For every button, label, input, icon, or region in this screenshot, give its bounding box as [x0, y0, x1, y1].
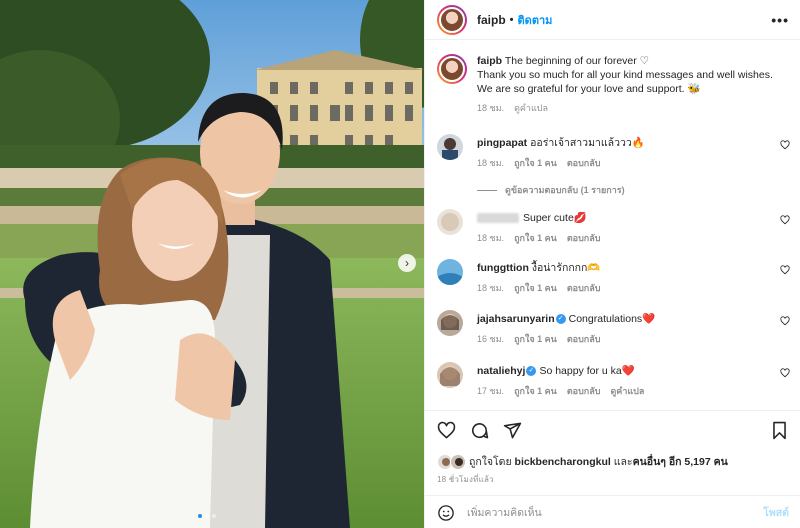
like-comment-heart-icon[interactable]: [780, 215, 790, 225]
commenter-avatar[interactable]: [437, 362, 463, 388]
comment-text: So happy for u ka❤️: [539, 365, 635, 377]
comment-time: 17 ชม.: [477, 386, 505, 396]
view-replies-label: ดูข้อความตอบกลับ (1 รายการ): [505, 185, 625, 195]
likes-summary[interactable]: ถูกใจโดย bickbencharongkul และ คนอื่นๆ อี…: [437, 453, 728, 470]
likes-and: และ: [613, 456, 633, 468]
caption-line-3: We are so grateful for your love and sup…: [477, 83, 701, 95]
commenter-username[interactable]: nataliehyj: [477, 365, 525, 377]
carousel-dot: [205, 514, 209, 518]
emoji-icon[interactable]: [437, 504, 455, 522]
save-bookmark-button[interactable]: [770, 421, 789, 443]
instagram-post-modal: › faipb • ติดตาม ••• faipb The beginning…: [0, 0, 800, 528]
like-heart-icon[interactable]: [437, 421, 456, 440]
comment-reply-button[interactable]: ตอบกลับ: [567, 283, 601, 293]
post-details-panel: faipb • ติดตาม ••• faipb The beginning o…: [424, 0, 800, 528]
commenter-username[interactable]: jajahsarunyarin: [477, 313, 555, 325]
carousel-dot: [212, 514, 216, 518]
carousel-indicator: [198, 514, 216, 518]
comment-likes-link[interactable]: ถูกใจ 1 คน: [514, 233, 557, 243]
commenter-avatar[interactable]: [437, 209, 463, 235]
comment-text: งื้อน่ารักกกก🫶: [531, 262, 601, 274]
comment-reply-button[interactable]: ตอบกลับ: [567, 334, 601, 344]
comment-time: 16 ชม.: [477, 334, 505, 344]
header-separator: •: [509, 13, 514, 26]
comment-time: 18 ชม.: [477, 283, 505, 293]
commenter-username[interactable]: pingpapat: [477, 137, 527, 149]
post-header: faipb • ติดตาม •••: [425, 0, 800, 40]
post-actions-section: ถูกใจโดย bickbencharongkul และ คนอื่นๆ อี…: [425, 410, 800, 528]
author-username[interactable]: faipb: [477, 13, 506, 27]
post-caption: faipb The beginning of our forever ♡ Tha…: [437, 54, 787, 115]
like-comment-heart-icon[interactable]: [780, 368, 790, 378]
post-photo[interactable]: ›: [0, 0, 424, 528]
comment-time: 18 ชม.: [477, 158, 505, 168]
share-paper-plane-icon[interactable]: [503, 421, 522, 440]
verified-badge-icon: ✓: [526, 366, 537, 377]
likes-others-count[interactable]: คนอื่นๆ อีก 5,197 คน: [633, 453, 728, 470]
caption-time: 18 ชม.: [477, 103, 505, 113]
comment-likes-link[interactable]: ถูกใจ 1 คน: [514, 334, 557, 344]
comment-reply-button[interactable]: ตอบกลับ: [567, 233, 601, 243]
comment-bubble-icon[interactable]: [470, 421, 489, 440]
comment-likes-link[interactable]: ถูกใจ 1 คน: [514, 283, 557, 293]
comment-likes-link[interactable]: ถูกใจ 1 คน: [514, 158, 557, 168]
bookmark-icon: [773, 421, 786, 440]
caption-line-2: Thank you so much for all your kind mess…: [477, 69, 773, 81]
caption-line-1: The beginning of our forever ♡: [504, 55, 650, 67]
action-buttons: [437, 421, 522, 440]
liker-username[interactable]: bickbencharongkul: [515, 456, 611, 468]
comment-reply-button[interactable]: ตอบกลับ: [567, 386, 601, 396]
chevron-right-icon: ›: [405, 256, 409, 270]
follow-button[interactable]: ติดตาม: [518, 11, 553, 29]
caption-username[interactable]: faipb: [477, 55, 502, 67]
likes-prefix: ถูกใจโดย: [469, 456, 512, 468]
like-comment-heart-icon[interactable]: [780, 316, 790, 326]
add-comment-bar: เพิ่มความคิดเห็น โพสต์: [425, 495, 800, 528]
comment-likes-link[interactable]: ถูกใจ 1 คน: [514, 386, 557, 396]
blurred-username: [477, 213, 519, 224]
commenter-username[interactable]: funggttion: [477, 262, 529, 274]
comment-text: Super cute💋: [523, 212, 587, 224]
next-photo-button[interactable]: ›: [398, 254, 416, 272]
comment-reply-button[interactable]: ตอบกลับ: [567, 158, 601, 168]
photo-illustration: [0, 0, 424, 528]
post-timestamp: 18 ชั่วโมงที่แล้ว: [437, 475, 494, 484]
commenter-avatar[interactable]: [437, 310, 463, 336]
comment-translate-link[interactable]: ดูคำแปล: [610, 386, 644, 396]
author-avatar[interactable]: [437, 4, 467, 35]
like-comment-heart-icon[interactable]: [780, 140, 790, 150]
comment-text: Congratulations❤️: [568, 313, 656, 325]
caption-translate-link[interactable]: ดูคำแปล: [514, 103, 548, 113]
view-replies-button[interactable]: ดูข้อความตอบกลับ (1 รายการ): [477, 183, 625, 197]
caption-avatar[interactable]: [437, 54, 467, 84]
replies-divider-line: [477, 189, 497, 191]
comment-text: ออร่าเจ้าสาวมาแล้ววว🔥: [530, 137, 645, 149]
comment-time: 18 ชม.: [477, 233, 505, 243]
verified-badge-icon: ✓: [555, 314, 566, 325]
liker-avatar: [450, 453, 466, 470]
comment-input[interactable]: เพิ่มความคิดเห็น: [467, 504, 763, 521]
commenter-avatar[interactable]: [437, 134, 463, 160]
post-comment-button[interactable]: โพสต์: [763, 504, 789, 521]
like-comment-heart-icon[interactable]: [780, 265, 790, 275]
carousel-dot: [198, 514, 202, 518]
commenter-avatar[interactable]: [437, 259, 463, 285]
comments-list[interactable]: faipb The beginning of our forever ♡ Tha…: [425, 44, 800, 410]
more-horizontal-icon[interactable]: •••: [771, 12, 789, 28]
